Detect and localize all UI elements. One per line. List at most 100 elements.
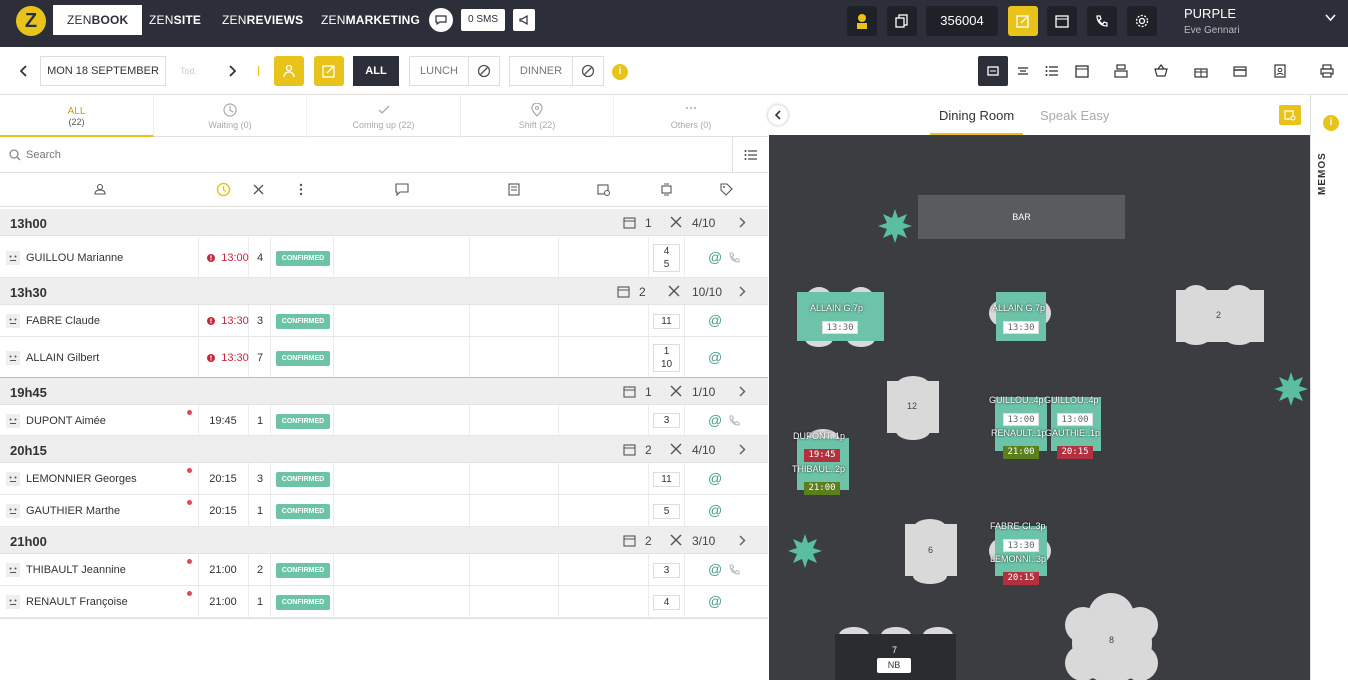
guest-name[interactable]: GAUTHIER Marthe <box>26 505 120 517</box>
user-menu[interactable]: PURPLE Eve Gennari <box>1184 6 1240 36</box>
guest-icon[interactable] <box>94 183 106 195</box>
status-badge[interactable]: CONFIRMED <box>276 250 330 266</box>
reservation-row[interactable]: FABRE Claude 13:30 3 CONFIRMED 11 @ <box>0 305 768 337</box>
calendar-icon[interactable] <box>1047 6 1077 36</box>
waiter-icon[interactable] <box>274 56 304 86</box>
clock-sort-icon[interactable] <box>216 182 231 197</box>
tab-shift[interactable]: Shift (22) <box>461 95 614 137</box>
timeline-view-icon[interactable] <box>1008 56 1038 86</box>
reservation-row[interactable]: ALLAIN Gilbert 13:30 7 CONFIRMED 1 10 @ <box>0 337 768 378</box>
phone-icon[interactable] <box>728 564 740 576</box>
email-icon[interactable]: @ <box>708 349 722 365</box>
email-icon[interactable]: @ <box>708 593 722 609</box>
status-more-icon[interactable] <box>299 183 303 196</box>
email-icon[interactable]: @ <box>708 249 722 265</box>
list-view-icon[interactable] <box>1037 56 1067 86</box>
tab-zensite[interactable]: ZENSITE <box>135 5 215 35</box>
counter-display[interactable]: 356004 <box>926 6 998 36</box>
table-assignment[interactable]: 5 <box>653 503 680 519</box>
tab-speak-easy[interactable]: Speak Easy <box>1032 95 1117 135</box>
email-icon[interactable]: @ <box>708 502 722 518</box>
contact-book-icon[interactable] <box>1265 56 1295 86</box>
reservation-row[interactable]: THIBAULT Jeannine 21:00 2 CONFIRMED 3 @ <box>0 554 768 586</box>
today-button[interactable]: Tod. <box>180 66 197 76</box>
status-badge[interactable]: CONFIRMED <box>276 413 330 429</box>
edit-layout-icon[interactable] <box>1279 105 1301 125</box>
sms-chat-icon[interactable] <box>429 8 453 32</box>
table-assignment[interactable]: 3 <box>653 562 680 578</box>
comment-icon[interactable] <box>395 183 409 196</box>
cutlery-icon[interactable] <box>252 183 265 196</box>
filter-dinner-button[interactable]: DINNER <box>509 56 573 86</box>
megaphone-icon[interactable] <box>513 9 535 31</box>
chevron-down-icon[interactable] <box>1325 14 1336 22</box>
floor-plan-view-icon[interactable] <box>978 56 1008 86</box>
chevron-right-icon[interactable] <box>739 444 746 455</box>
table-assignment[interactable]: 11 <box>653 313 680 329</box>
settings-gear-icon[interactable] <box>1127 6 1157 36</box>
table-change-icon[interactable] <box>597 183 610 196</box>
block-lunch-icon[interactable] <box>468 56 500 86</box>
status-badge[interactable]: CONFIRMED <box>276 595 330 610</box>
reservation-row[interactable]: GUILLOU Marianne 13:00 4 CONFIRMED 4 5 @ <box>0 237 768 278</box>
email-icon[interactable]: @ <box>708 412 722 428</box>
table-assignment[interactable]: 4 <box>653 594 680 610</box>
chevron-right-icon[interactable] <box>739 286 746 297</box>
guest-name[interactable]: GUILLOU Marianne <box>26 252 123 264</box>
chevron-right-icon[interactable] <box>739 217 746 228</box>
filter-all-button[interactable]: ALL <box>353 56 399 86</box>
email-icon[interactable]: @ <box>708 561 722 577</box>
gift-icon[interactable] <box>1186 56 1216 86</box>
sms-count[interactable]: 0 SMS <box>461 9 506 31</box>
status-badge[interactable]: CONFIRMED <box>276 350 330 366</box>
zenchef-logo[interactable]: Z <box>16 6 46 36</box>
chevron-right-icon[interactable] <box>228 65 236 77</box>
table-icon[interactable] <box>660 183 673 196</box>
memos-info-icon[interactable]: i <box>1323 115 1339 131</box>
status-badge[interactable]: CONFIRMED <box>276 563 330 578</box>
email-icon[interactable]: @ <box>708 470 722 486</box>
guest-name[interactable]: THIBAULT Jeannine <box>26 564 126 576</box>
edit-note-icon[interactable] <box>314 56 344 86</box>
reservation-row[interactable]: RENAULT Françoise 21:00 1 CONFIRMED 4 @ <box>0 586 768 618</box>
guest-name[interactable]: ALLAIN Gilbert <box>26 352 99 364</box>
status-badge[interactable]: CONFIRMED <box>276 314 330 329</box>
guest-name[interactable]: DUPONT Aimée <box>26 415 106 427</box>
phone-icon[interactable] <box>1087 6 1117 36</box>
time-group-header[interactable]: 13h30 2 10/10 <box>0 278 768 305</box>
phone-icon[interactable] <box>728 414 740 427</box>
table-assignment[interactable]: 3 <box>653 413 680 428</box>
staff-avatar-icon[interactable] <box>847 6 877 36</box>
new-booking-icon[interactable] <box>1008 6 1038 36</box>
time-group-header[interactable]: 21h00 2 3/10 <box>0 527 768 554</box>
tag-icon[interactable] <box>720 183 733 196</box>
chevron-right-icon[interactable] <box>739 535 746 546</box>
date-picker[interactable]: MON 18 SEPTEMBER <box>40 56 166 86</box>
tab-coming-up[interactable]: Coming up (22) <box>307 95 461 137</box>
time-group-header[interactable]: 13h00 1 4/10 <box>0 209 768 236</box>
tab-zenmarketing[interactable]: ZENMARKETING <box>307 5 434 35</box>
chevron-left-icon[interactable] <box>20 65 28 77</box>
calendar-view-icon[interactable] <box>1067 56 1097 86</box>
tab-others[interactable]: Others (0) <box>614 95 768 137</box>
filter-lunch-button[interactable]: LUNCH <box>409 56 469 86</box>
filter-list-icon[interactable] <box>732 137 768 173</box>
table-assignment[interactable]: 11 <box>653 471 680 487</box>
table-assignment[interactable]: 1 10 <box>653 343 680 372</box>
status-badge[interactable]: CONFIRMED <box>276 472 330 487</box>
notes-icon[interactable] <box>508 183 521 196</box>
cash-register-icon[interactable] <box>1106 56 1136 86</box>
tab-all[interactable]: ALL (22) <box>0 95 154 137</box>
tab-zenreviews[interactable]: ZENREVIEWS <box>208 5 317 35</box>
basket-icon[interactable] <box>1146 56 1176 86</box>
guest-name[interactable]: FABRE Claude <box>26 315 100 327</box>
tab-waiting[interactable]: Waiting (0) <box>154 95 307 137</box>
reservation-row[interactable]: GAUTHIER Marthe 20:15 1 CONFIRMED 5 @ <box>0 495 768 527</box>
phone-icon[interactable] <box>728 251 740 264</box>
table-assignment[interactable]: 4 5 <box>653 243 680 272</box>
search-input[interactable] <box>26 145 706 165</box>
credit-card-icon[interactable] <box>1225 56 1255 86</box>
chevron-right-icon[interactable] <box>739 386 746 397</box>
tab-dining-room[interactable]: Dining Room <box>930 95 1024 135</box>
printer-icon[interactable] <box>1312 56 1342 86</box>
